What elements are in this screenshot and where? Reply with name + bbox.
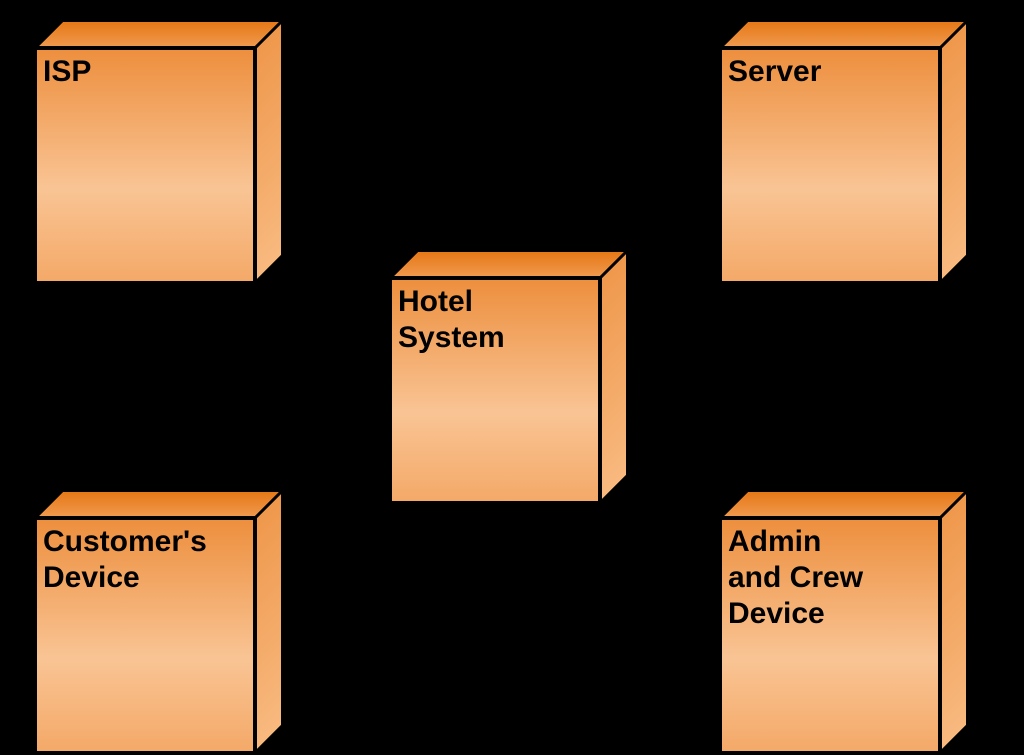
node-isp: ISP <box>35 20 283 283</box>
cube-side-face <box>255 490 283 753</box>
cube-top-face <box>390 250 628 278</box>
cube-side-face <box>940 490 968 753</box>
node-server: Server <box>720 20 968 283</box>
node-label-hotel-system: Hotel System <box>390 278 600 362</box>
cube-side-face <box>600 250 628 503</box>
cube-side-face <box>255 20 283 283</box>
node-label-server: Server <box>720 48 940 96</box>
node-label-customers-device: Customer's Device <box>35 518 255 602</box>
cube-top-face <box>720 20 968 48</box>
node-label-admin-crew-device: Admin and Crew Device <box>720 518 940 638</box>
cube-side-face <box>940 20 968 283</box>
node-hotel-system: Hotel System <box>390 250 628 503</box>
cube-top-face <box>720 490 968 518</box>
cube-top-face <box>35 20 283 48</box>
node-label-isp: ISP <box>35 48 255 96</box>
node-customers-device: Customer's Device <box>35 490 283 753</box>
cube-top-face <box>35 490 283 518</box>
node-admin-crew-device: Admin and Crew Device <box>720 490 968 753</box>
